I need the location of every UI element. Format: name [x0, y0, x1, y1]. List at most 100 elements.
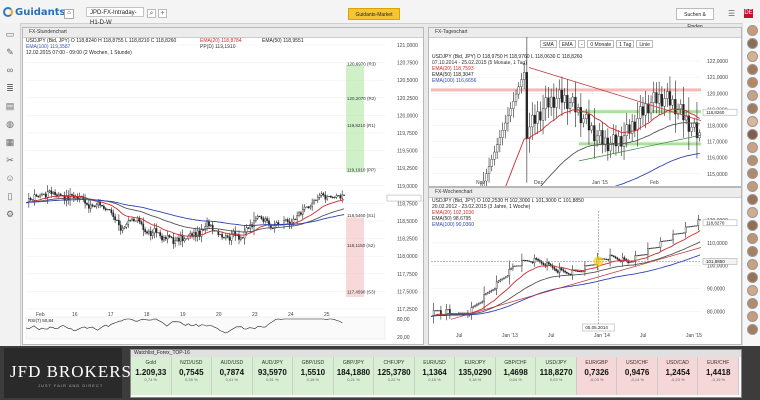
candle-body — [666, 91, 669, 99]
candle-body — [622, 135, 626, 147]
ticker-item[interactable]: GBP/USD 1,5510 0,18 % — [293, 357, 334, 395]
follower-avatar[interactable] — [746, 90, 758, 101]
workspace-tab[interactable]: JPD-FX-Intraday-H1-D-W — [86, 7, 144, 26]
candle-body — [533, 115, 537, 124]
ticker-item[interactable]: CHF/JPY 125,3780 0,22 % — [374, 357, 415, 395]
book-icon[interactable]: ▯ — [3, 189, 17, 203]
ticker-item[interactable]: NZD/USD 0,7545 0,35 % — [171, 357, 213, 395]
candle-body — [239, 237, 242, 240]
follower-avatar[interactable] — [746, 168, 758, 179]
follower-avatar[interactable] — [746, 207, 758, 218]
candle-body — [148, 230, 150, 234]
follower-avatar[interactable] — [746, 285, 758, 296]
ticker-change: 0,15 % — [428, 377, 441, 382]
ema20-line — [505, 108, 700, 186]
candle-body — [604, 137, 607, 145]
follower-avatar[interactable] — [746, 25, 758, 36]
ticker-item[interactable]: EUR/GBP 0,7326 -0,03 % — [576, 357, 618, 395]
ticker-item[interactable]: AUD/JPY 93,5970 0,51 % — [252, 357, 294, 395]
follower-avatar[interactable] — [746, 220, 758, 231]
ticker-symbol: USD/JPY — [545, 360, 567, 366]
home-icon[interactable]: ⌂ — [64, 9, 74, 19]
candle-body — [686, 226, 689, 228]
pivot-label: 118,1150 (S2) — [347, 243, 375, 248]
candle-body — [301, 209, 304, 215]
candle-body — [514, 93, 518, 102]
price-tick-label: 100,0000 — [707, 264, 728, 270]
ticker-item[interactable]: GBP/CHF 1,4698 0,04 % — [495, 357, 537, 395]
ticker-item[interactable]: GBP/JPY 184,1880 0,21 % — [333, 357, 375, 395]
candle-body — [665, 240, 667, 242]
follower-avatar[interactable] — [746, 116, 758, 127]
follower-avatar[interactable] — [746, 51, 758, 62]
candle-body — [487, 166, 491, 174]
follower-avatar[interactable] — [746, 64, 758, 75]
market-button[interactable]: Guidants-Market — [348, 8, 400, 20]
menu-icon[interactable]: ☰ — [728, 9, 738, 18]
add-tab-icon[interactable]: + — [158, 9, 167, 18]
follower-avatar[interactable] — [746, 103, 758, 114]
ema50-line — [540, 122, 700, 186]
candle-body — [614, 256, 617, 259]
candle-body — [542, 263, 545, 265]
follower-avatar[interactable] — [746, 272, 758, 283]
candle-body — [88, 204, 90, 209]
candle-body — [493, 151, 496, 160]
ticker-item[interactable]: USD/JPY 118,8270 0,03 % — [536, 357, 577, 395]
follower-avatar[interactable] — [746, 129, 758, 140]
find-button[interactable]: Suchen & Finden — [676, 8, 714, 30]
follower-avatar[interactable] — [746, 233, 758, 244]
pin-icon[interactable]: ✎ — [3, 45, 17, 59]
candle-body — [163, 237, 165, 241]
follower-avatar[interactable] — [746, 38, 758, 49]
ticker-item[interactable]: Gold 1.209,33 0,74 % — [131, 357, 172, 395]
candle-body — [202, 229, 205, 231]
ticker-item[interactable]: EUR/CHF 1,4418 -0,15 % — [698, 357, 739, 395]
candle-body — [181, 235, 184, 242]
ticker-symbol: AUD/USD — [220, 360, 244, 366]
monitor-icon[interactable]: ▭ — [3, 27, 17, 41]
ticker-change: 0,18 % — [306, 377, 320, 382]
tools-icon[interactable]: ✂ — [3, 153, 17, 167]
candle-body — [286, 219, 289, 222]
candle-body — [508, 269, 511, 277]
candle-body — [618, 258, 620, 261]
chart-icon[interactable]: ▤ — [3, 99, 17, 113]
follower-avatar[interactable] — [746, 155, 758, 166]
follower-avatar[interactable] — [746, 324, 758, 335]
candle-body — [603, 258, 606, 260]
ticker-item[interactable]: AUD/USD 0,7874 0,41 % — [212, 357, 253, 395]
ticker-item[interactable]: USD/CAD 1,2454 -0,23 % — [657, 357, 699, 395]
grid-icon[interactable]: ▦ — [3, 135, 17, 149]
settings-icon[interactable]: ⚙ — [3, 207, 17, 221]
candle-body — [536, 111, 539, 124]
follower-avatar[interactable] — [746, 246, 758, 257]
follower-avatar[interactable] — [746, 311, 758, 322]
ticker-item[interactable]: USD/CHF 0,9476 -0,14 % — [617, 357, 658, 395]
follower-avatar[interactable] — [746, 181, 758, 192]
user-icon[interactable]: ☺ — [3, 171, 17, 185]
language-flag-icon[interactable]: DE — [744, 9, 753, 18]
time-axis-label: Dez — [534, 180, 543, 186]
ticker-value: 1,1364 — [422, 368, 447, 377]
ticker-item[interactable]: EUR/USD 1,1364 0,15 % — [414, 357, 456, 395]
globe-icon[interactable]: ◍ — [3, 117, 17, 131]
candle-body — [258, 215, 261, 217]
search-icon[interactable]: ⌕ — [147, 9, 156, 18]
follower-avatar[interactable] — [746, 77, 758, 88]
candle-body — [510, 268, 512, 270]
ticker-change: -0,14 % — [630, 377, 645, 382]
candle-body — [687, 115, 690, 132]
ticker-item[interactable]: EUR/JPY 135,0290 0,18 % — [455, 357, 496, 395]
follower-avatar[interactable] — [746, 259, 758, 270]
app-logo[interactable]: Guidants — [3, 4, 66, 20]
ticker-value: 125,3780 — [377, 368, 411, 377]
logo-mark-icon — [3, 7, 13, 17]
binoculars-icon[interactable]: ∞ — [3, 63, 17, 77]
candle-body — [668, 239, 671, 241]
follower-avatar[interactable] — [746, 194, 758, 205]
follower-avatar[interactable] — [746, 298, 758, 309]
list-icon[interactable]: ≣ — [3, 81, 17, 95]
follower-avatar[interactable] — [746, 142, 758, 153]
broker-name: JFD BROKERS — [10, 362, 133, 381]
